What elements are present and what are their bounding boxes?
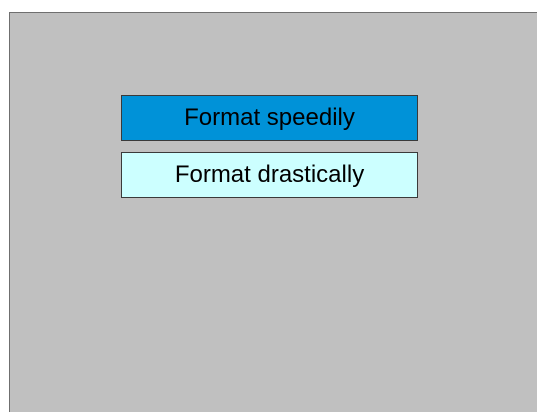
format-speedily-label: Format speedily [184,104,355,131]
format-menu-screen: Format speedily Format drastically [9,12,537,412]
format-speedily-button[interactable]: Format speedily [121,95,418,141]
format-drastically-button[interactable]: Format drastically [121,152,418,198]
format-drastically-label: Format drastically [174,161,365,188]
